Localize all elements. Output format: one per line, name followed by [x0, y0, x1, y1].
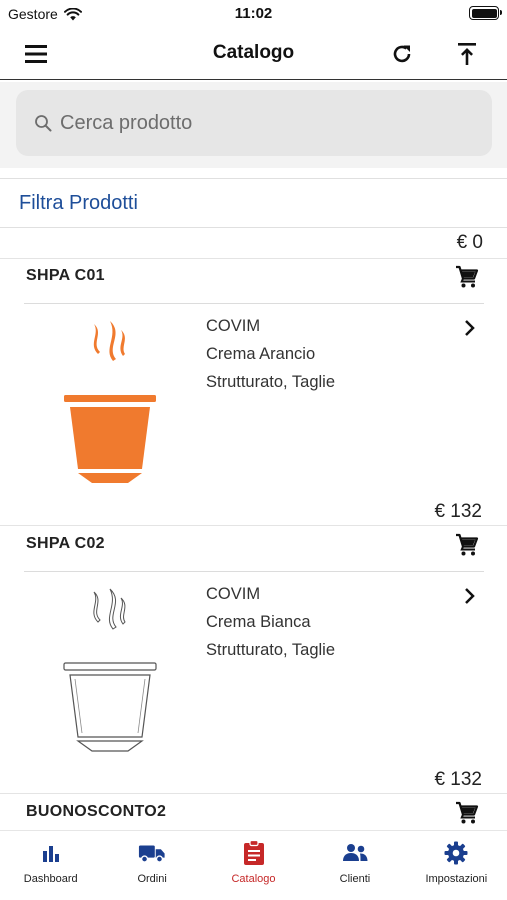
- product-code: SHPA C02: [26, 535, 105, 552]
- arrow-to-top-icon: [458, 43, 476, 65]
- product-card[interactable]: SHPA C01 COVIM Crema Arancio Strutturato…: [0, 259, 507, 525]
- product-code: SHPA C01: [26, 267, 105, 284]
- product-code: BUONOSCONTO2: [26, 803, 167, 820]
- cart-icon[interactable]: [455, 801, 479, 825]
- product-price: € 132: [434, 501, 482, 522]
- nav-bar: Catalogo: [0, 30, 507, 80]
- orange-coffee-capsule-image: [64, 321, 156, 483]
- refresh-icon: [393, 45, 411, 63]
- users-icon: [342, 844, 368, 861]
- cart-icon[interactable]: [455, 533, 479, 557]
- product-list[interactable]: € 0 SHPA C01 COVIM Crema Arancio Struttu…: [0, 230, 507, 830]
- tab-label: Impostazioni: [425, 873, 488, 885]
- product-price: € 132: [434, 769, 482, 790]
- chevron-right-icon[interactable]: [461, 587, 479, 605]
- refresh-button[interactable]: [386, 38, 418, 70]
- search-icon: [35, 115, 52, 132]
- divider: [0, 525, 507, 526]
- filter-products-button[interactable]: Filtra Prodotti: [0, 178, 507, 228]
- gear-icon: [444, 841, 468, 865]
- tab-clienti[interactable]: Clienti: [304, 831, 405, 900]
- tab-label: Ordini: [137, 873, 167, 885]
- divider: [24, 303, 484, 304]
- product-card[interactable]: BUONOSCONTO2: [0, 795, 507, 830]
- product-attributes: Strutturato, Taglie: [206, 373, 336, 391]
- tab-ordini[interactable]: Ordini: [101, 831, 202, 900]
- battery-icon: [469, 6, 502, 20]
- search-placeholder: Cerca prodotto: [60, 111, 193, 134]
- tab-impostazioni[interactable]: Impostazioni: [406, 831, 507, 900]
- tab-dashboard[interactable]: Dashboard: [0, 831, 101, 900]
- product-attributes: Strutturato, Taglie: [206, 641, 336, 659]
- product-brand: COVIM: [206, 585, 261, 603]
- bar-chart-icon: [42, 846, 59, 862]
- search-input[interactable]: Cerca prodotto: [16, 90, 492, 156]
- filter-label: Filtra Prodotti: [19, 192, 138, 214]
- status-time: 11:02: [234, 5, 273, 22]
- tab-label: Clienti: [339, 873, 371, 885]
- truck-icon: [139, 845, 165, 863]
- product-price: € 0: [456, 232, 483, 253]
- page-title: Catalogo: [212, 42, 295, 63]
- divider: [0, 793, 507, 794]
- clipboard-icon: [243, 840, 264, 865]
- product-name: Crema Bianca: [206, 613, 311, 631]
- product-brand: COVIM: [206, 317, 261, 335]
- product-card[interactable]: SHPA C02 COVIM Crema Bianca Strutturato,…: [0, 527, 507, 793]
- divider: [24, 571, 484, 572]
- status-bar: Gestore 11:02: [0, 0, 507, 30]
- tab-label: Dashboard: [23, 873, 78, 885]
- tab-label: Catalogo: [231, 873, 276, 885]
- search-area: Cerca prodotto: [0, 82, 507, 168]
- scroll-top-button[interactable]: [451, 38, 483, 70]
- chevron-right-icon[interactable]: [461, 319, 479, 337]
- white-coffee-capsule-image: [63, 588, 157, 752]
- tab-bar: Dashboard Ordini Catalogo Clienti Impost…: [0, 830, 507, 900]
- product-name: Crema Arancio: [206, 345, 316, 363]
- tab-catalogo[interactable]: Catalogo: [203, 831, 304, 900]
- cart-icon[interactable]: [455, 265, 479, 289]
